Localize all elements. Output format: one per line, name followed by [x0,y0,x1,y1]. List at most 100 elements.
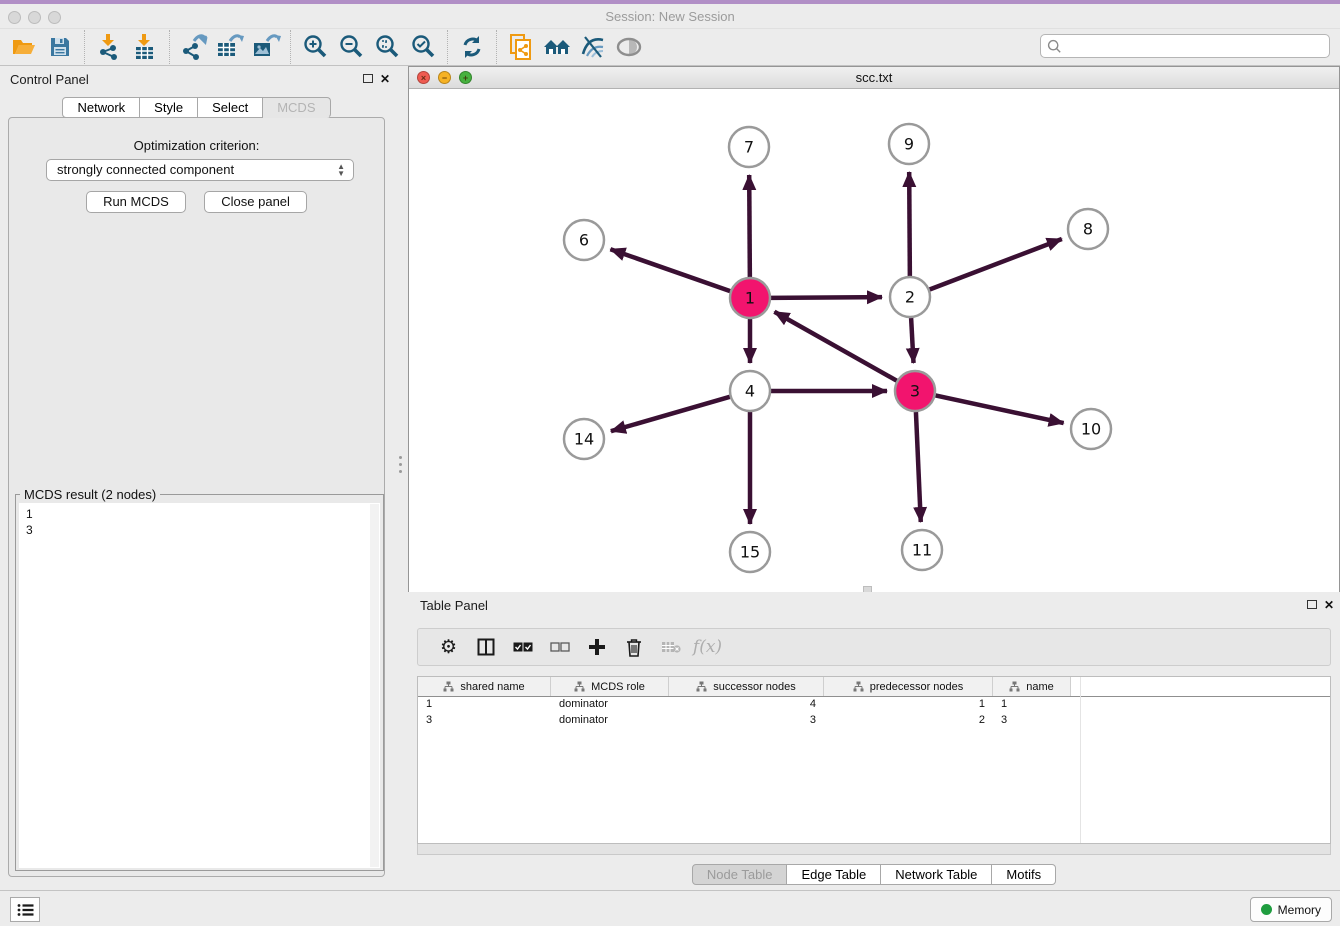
column-header-predecessor-nodes[interactable]: predecessor nodes [824,677,993,696]
table-scrollbar[interactable] [417,844,1331,855]
deselect-all-icon[interactable] [541,632,578,662]
export-network-icon[interactable] [176,31,212,63]
graph-node-label: 3 [910,382,920,401]
criterion-select[interactable]: strongly connected component ▲▼ [46,159,354,181]
table-panel-title: Table Panel [420,598,488,613]
graph-node-label: 4 [745,382,755,401]
graph-edge-1-2[interactable] [771,297,882,298]
table-row[interactable]: 3dominator323 [418,713,1330,729]
style-preview-icon[interactable] [575,31,611,63]
search-box[interactable] [1040,34,1330,58]
table-tabs: Node TableEdge TableNetwork TableMotifs [408,864,1340,885]
homes-icon[interactable] [539,31,575,63]
control-panel: Control Panel ✕ NetworkStyleSelectMCDS O… [0,66,393,890]
network-window: × − + scc.txt 1234678910111415 [408,66,1340,592]
zoom-in-icon[interactable] [297,31,333,63]
zoom-fit-icon[interactable] [369,31,405,63]
column-header-name[interactable]: name [993,677,1071,696]
tab-network[interactable]: Network [62,97,140,118]
criterion-label: Optimization criterion: [9,138,384,153]
control-panel-tabs: NetworkStyleSelectMCDS [0,97,393,118]
list-icon [17,903,34,917]
toolbar-separator [84,30,85,64]
node-table[interactable]: shared nameMCDS rolesuccessor nodesprede… [417,676,1331,844]
copy-network-icon[interactable] [503,31,539,63]
run-mcds-button[interactable]: Run MCDS [86,191,186,213]
app-titlebar: Session: New Session [0,4,1340,28]
graph-edge-3-11[interactable] [916,412,921,522]
table-cell: 2 [824,713,993,729]
search-input[interactable] [1062,39,1329,53]
tree-icon [1009,681,1020,692]
float-panel-icon[interactable] [363,74,373,83]
table-panel: Table Panel ✕ ⚙ f(x) shared nameMCDS rol… [408,592,1340,890]
table-cell: 1 [418,697,551,713]
graph-edge-1-7[interactable] [749,175,750,277]
graph-node-label: 10 [1081,420,1101,439]
tree-icon [696,681,707,692]
result-scrollbar[interactable] [370,504,379,867]
table-cell: 3 [993,713,1071,729]
tab-node-table[interactable]: Node Table [692,864,788,885]
save-icon[interactable] [42,31,78,63]
mcds-result-list[interactable]: 1 3 [19,503,380,868]
graph-edge-2-3[interactable] [911,318,913,363]
gear-icon[interactable]: ⚙ [430,632,467,662]
tab-edge-table[interactable]: Edge Table [787,864,881,885]
graph-edge-2-9[interactable] [909,172,910,276]
function-icon[interactable]: f(x) [689,632,726,662]
splitter-handle[interactable] [397,452,403,482]
table-row[interactable]: 1dominator411 [418,697,1330,713]
import-table-icon[interactable] [127,31,163,63]
table-cell: 1 [993,697,1071,713]
network-window-titlebar[interactable]: × − + scc.txt [409,67,1339,89]
float-table-panel-icon[interactable] [1307,600,1317,609]
open-folder-icon[interactable] [6,31,42,63]
table-cell: 3 [669,713,824,729]
tab-network-table[interactable]: Network Table [881,864,992,885]
select-all-icon[interactable] [504,632,541,662]
network-canvas[interactable]: 1234678910111415 [409,89,1339,592]
refresh-icon[interactable] [454,31,490,63]
trash-icon[interactable] [615,632,652,662]
toolbar-separator [447,30,448,64]
graph-edge-1-6[interactable] [610,249,730,291]
export-image-icon[interactable] [248,31,284,63]
add-icon[interactable] [578,632,615,662]
delete-table-icon[interactable] [652,632,689,662]
graph-node-label: 14 [574,430,594,449]
table-toolbar: ⚙ f(x) [417,628,1331,666]
task-list-button[interactable] [10,897,40,922]
toolbar-separator [496,30,497,64]
close-panel-button[interactable]: Close panel [204,191,307,213]
toolbar-separator [169,30,170,64]
graph-edge-3-1[interactable] [774,312,896,381]
table-cell: dominator [551,713,669,729]
graph-edge-4-14[interactable] [611,397,730,431]
tab-motifs[interactable]: Motifs [992,864,1056,885]
close-panel-icon[interactable]: ✕ [380,72,390,86]
graph-edge-3-10[interactable] [936,395,1064,423]
memory-button[interactable]: Memory [1250,897,1332,922]
column-header-shared-name[interactable]: shared name [418,677,551,696]
zoom-selected-icon[interactable] [405,31,441,63]
tab-mcds[interactable]: MCDS [263,97,330,118]
column-header-successor-nodes[interactable]: successor nodes [669,677,824,696]
column-divider [1080,677,1081,843]
export-table-icon[interactable] [212,31,248,63]
table-cell: dominator [551,697,669,713]
table-cell: 4 [669,697,824,713]
graph-edge-2-8[interactable] [930,239,1062,290]
eye-icon[interactable] [611,31,647,63]
tree-icon [574,681,585,692]
import-network-icon[interactable] [91,31,127,63]
column-header-MCDS-role[interactable]: MCDS role [551,677,669,696]
columns-icon[interactable] [467,632,504,662]
tab-select[interactable]: Select [198,97,263,118]
close-table-panel-icon[interactable]: ✕ [1324,598,1334,612]
zoom-out-icon[interactable] [333,31,369,63]
tab-style[interactable]: Style [140,97,198,118]
graph[interactable]: 1234678910111415 [409,89,1339,592]
graph-node-label: 8 [1083,220,1093,239]
mcds-result-group: MCDS result (2 nodes) 1 3 [15,494,384,871]
